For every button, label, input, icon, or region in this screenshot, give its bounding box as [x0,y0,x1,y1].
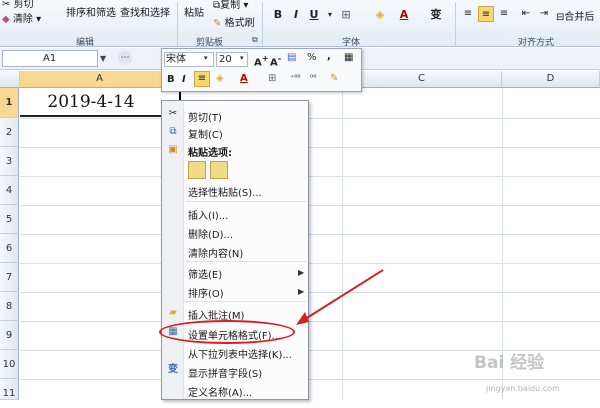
watermark-url: jingyan.baidu.com [486,384,560,393]
annotation-arrow [296,269,384,325]
watermark-logo: Bai 经验 [474,353,545,373]
